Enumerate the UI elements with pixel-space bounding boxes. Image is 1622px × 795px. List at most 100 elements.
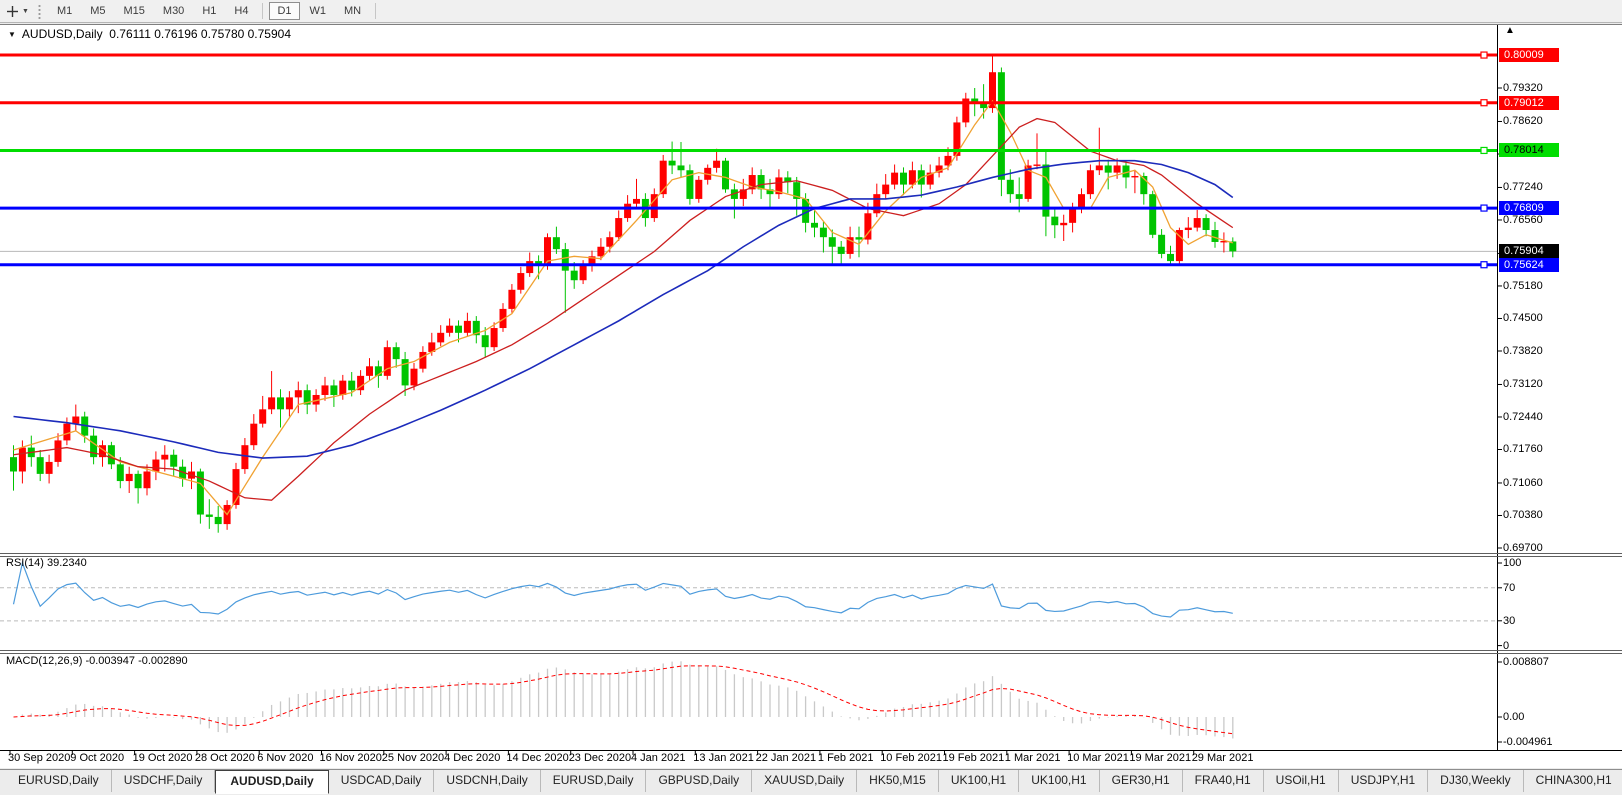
rsi-panel-label: RSI(14) 39.2340 (6, 557, 87, 569)
cursor-tool-button[interactable]: ▼ (0, 3, 34, 20)
toolbar-separator (262, 3, 263, 19)
price-axis-tick: 0.77240 (1503, 181, 1543, 193)
time-axis-label: 25 Nov 2020 (382, 752, 444, 764)
chart-tab-ger30-h1[interactable]: GER30,H1 (1100, 770, 1183, 792)
chart-title: ▼ AUDUSD,Daily 0.76111 0.76196 0.75780 0… (8, 27, 291, 41)
timeframe-button-m15[interactable]: M15 (116, 2, 153, 20)
rsi-line (14, 563, 1233, 617)
price-axis-tick: 0.73820 (1503, 345, 1543, 357)
price-axis-tick: 0.76560 (1503, 214, 1543, 226)
chart-title-text: AUDUSD,Daily 0.76111 0.76196 0.75780 0.7… (22, 27, 291, 41)
rsi-axis-tick: 70 (1503, 582, 1515, 594)
chart-tab-uk100-h1[interactable]: UK100,H1 (939, 770, 1019, 792)
timeframe-button-h1[interactable]: H1 (194, 2, 224, 20)
chart-tab-usoil-h1[interactable]: USOil,H1 (1264, 770, 1339, 792)
timeframe-button-m1[interactable]: M1 (49, 2, 80, 20)
timeframe-button-w1[interactable]: W1 (302, 2, 335, 20)
timeframe-toolbar: ▼ M1M5M15M30H1H4 D1W1MN (0, 0, 1622, 23)
macd-axis-tick: 0.00 (1503, 711, 1524, 723)
price-axis-tick: 0.74500 (1503, 312, 1543, 324)
timeframe-buttons: M1M5M15M30H1H4 D1W1MN (48, 2, 381, 20)
timeframe-button-m5[interactable]: M5 (82, 2, 113, 20)
time-axis-label: 19 Feb 2021 (943, 752, 1005, 764)
hline-handle[interactable] (1481, 262, 1487, 268)
timeframe-button-d1[interactable]: D1 (269, 2, 299, 20)
time-axis-label: 1 Feb 2021 (818, 752, 874, 764)
time-axis-label: 9 Oct 2020 (70, 752, 124, 764)
chart-tab-audusd-daily[interactable]: AUDUSD,Daily (215, 770, 328, 794)
time-axis-label: 4 Dec 2020 (444, 752, 500, 764)
chevron-down-icon: ▼ (22, 8, 29, 15)
time-axis-label: 19 Mar 2021 (1129, 752, 1191, 764)
hline-handle[interactable] (1481, 147, 1487, 153)
time-axis-label: 30 Sep 2020 (8, 752, 70, 764)
ma-slow (14, 161, 1233, 458)
price-axis-tick: 0.69700 (1503, 542, 1543, 554)
price-level-badge: 0.79012 (1499, 96, 1559, 110)
price-axis-tick: 0.78620 (1503, 115, 1543, 127)
toolbar-drag-handle[interactable] (37, 4, 42, 19)
price-axis-tick: 0.70380 (1503, 509, 1543, 521)
symbol-dropdown-icon[interactable]: ▼ (8, 30, 16, 39)
chart-tab-bar: EURUSD,DailyUSDCHF,DailyAUDUSD,DailyUSDC… (0, 769, 1622, 795)
time-axis-label: 6 Nov 2020 (257, 752, 313, 764)
time-axis-label: 22 Jan 2021 (756, 752, 817, 764)
chart-tabs: EURUSD,DailyUSDCHF,DailyAUDUSD,DailyUSDC… (6, 770, 1622, 794)
price-level-badge: 0.78014 (1499, 143, 1559, 157)
time-axis-label: 10 Mar 2021 (1067, 752, 1129, 764)
time-axis-label: 19 Oct 2020 (133, 752, 193, 764)
chart-tab-china300-h1[interactable]: CHINA300,H1 (1524, 770, 1622, 792)
toolbar-separator (375, 3, 376, 19)
time-axis-label: 10 Feb 2021 (880, 752, 942, 764)
time-axis-label: 28 Oct 2020 (195, 752, 255, 764)
price-level-badge: 0.80009 (1499, 48, 1559, 62)
chart-tab-gbpusd-daily[interactable]: GBPUSD,Daily (646, 770, 752, 792)
ma-medium (14, 119, 1233, 501)
macd-signal-line (14, 666, 1233, 734)
hline-handle[interactable] (1481, 52, 1487, 58)
price-axis-tick: 0.72440 (1503, 411, 1543, 423)
timeframe-button-h4[interactable]: H4 (226, 2, 256, 20)
price-level-badge: 0.75904 (1499, 244, 1559, 258)
macd-axis-tick: 0.008807 (1503, 656, 1549, 668)
rsi-axis-tick: 100 (1503, 557, 1521, 569)
hline-handle[interactable] (1481, 100, 1487, 106)
price-chart-canvas[interactable] (0, 0, 1622, 795)
chart-tab-dj30-weekly[interactable]: DJ30,Weekly (1428, 770, 1523, 792)
chart-tab-eurusd-daily[interactable]: EURUSD,Daily (6, 770, 112, 792)
chart-tab-usdchf-daily[interactable]: USDCHF,Daily (112, 770, 216, 792)
timeframe-button-mn[interactable]: MN (336, 2, 369, 20)
time-axis-label: 13 Jan 2021 (693, 752, 754, 764)
time-axis-label: 23 Dec 2020 (569, 752, 631, 764)
timeframe-button-m30[interactable]: M30 (155, 2, 192, 20)
chart-tab-usdcad-daily[interactable]: USDCAD,Daily (329, 770, 435, 792)
price-axis-tick: 0.71760 (1503, 443, 1543, 455)
macd-panel-label: MACD(12,26,9) -0.003947 -0.002890 (6, 655, 188, 667)
time-axis-label: 4 Jan 2021 (631, 752, 685, 764)
price-axis-tick: 0.71060 (1503, 477, 1543, 489)
hline-handle[interactable] (1481, 205, 1487, 211)
price-axis-tick: 0.73120 (1503, 378, 1543, 390)
price-level-badge: 0.75624 (1499, 258, 1559, 272)
macd-axis-tick: -0.004961 (1503, 736, 1553, 748)
chart-tab-eurusd-daily[interactable]: EURUSD,Daily (541, 770, 647, 792)
rsi-axis-tick: 30 (1503, 615, 1515, 627)
chart-tab-hk50-m15[interactable]: HK50,M15 (857, 770, 939, 792)
price-axis-tick: 0.75180 (1503, 280, 1543, 292)
macd-layer (14, 661, 1233, 738)
price-axis-tick: 0.79320 (1503, 82, 1543, 94)
time-axis-label: 16 Nov 2020 (320, 752, 382, 764)
price-level-badge: 0.76809 (1499, 201, 1559, 215)
chart-tab-usdjpy-h1[interactable]: USDJPY,H1 (1339, 770, 1428, 792)
time-axis-label: 29 Mar 2021 (1192, 752, 1254, 764)
rsi-layer (0, 563, 1497, 621)
ma-fast (14, 101, 1233, 515)
time-axis-label: 14 Dec 2020 (506, 752, 568, 764)
scroll-marker-icon[interactable]: ▲ (1505, 25, 1515, 36)
chart-tab-xauusd-daily[interactable]: XAUUSD,Daily (752, 770, 857, 792)
time-axis-label: 1 Mar 2021 (1005, 752, 1061, 764)
chart-tab-usdcnh-daily[interactable]: USDCNH,Daily (434, 770, 540, 792)
crosshair-icon (6, 5, 19, 18)
chart-tab-uk100-h1[interactable]: UK100,H1 (1019, 770, 1099, 792)
chart-tab-fra40-h1[interactable]: FRA40,H1 (1183, 770, 1264, 792)
